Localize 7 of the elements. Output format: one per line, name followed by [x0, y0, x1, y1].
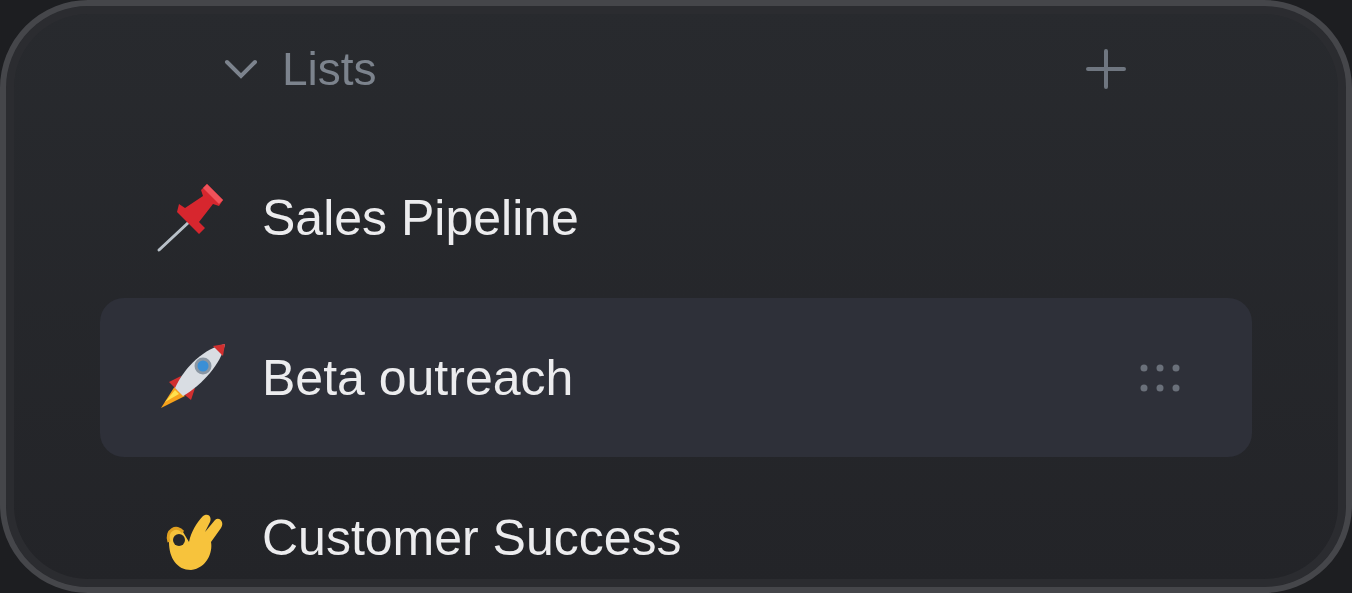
chevron-icon[interactable] [224, 59, 258, 79]
list-item[interactable]: Customer Success [100, 458, 1252, 587]
plus-icon[interactable] [1086, 49, 1126, 89]
drag-handle-icon[interactable] [1140, 363, 1180, 392]
list-item[interactable]: Sales Pipeline [100, 138, 1252, 297]
list-item[interactable]: Beta outreach [100, 298, 1252, 457]
section-title: Lists [282, 42, 378, 96]
